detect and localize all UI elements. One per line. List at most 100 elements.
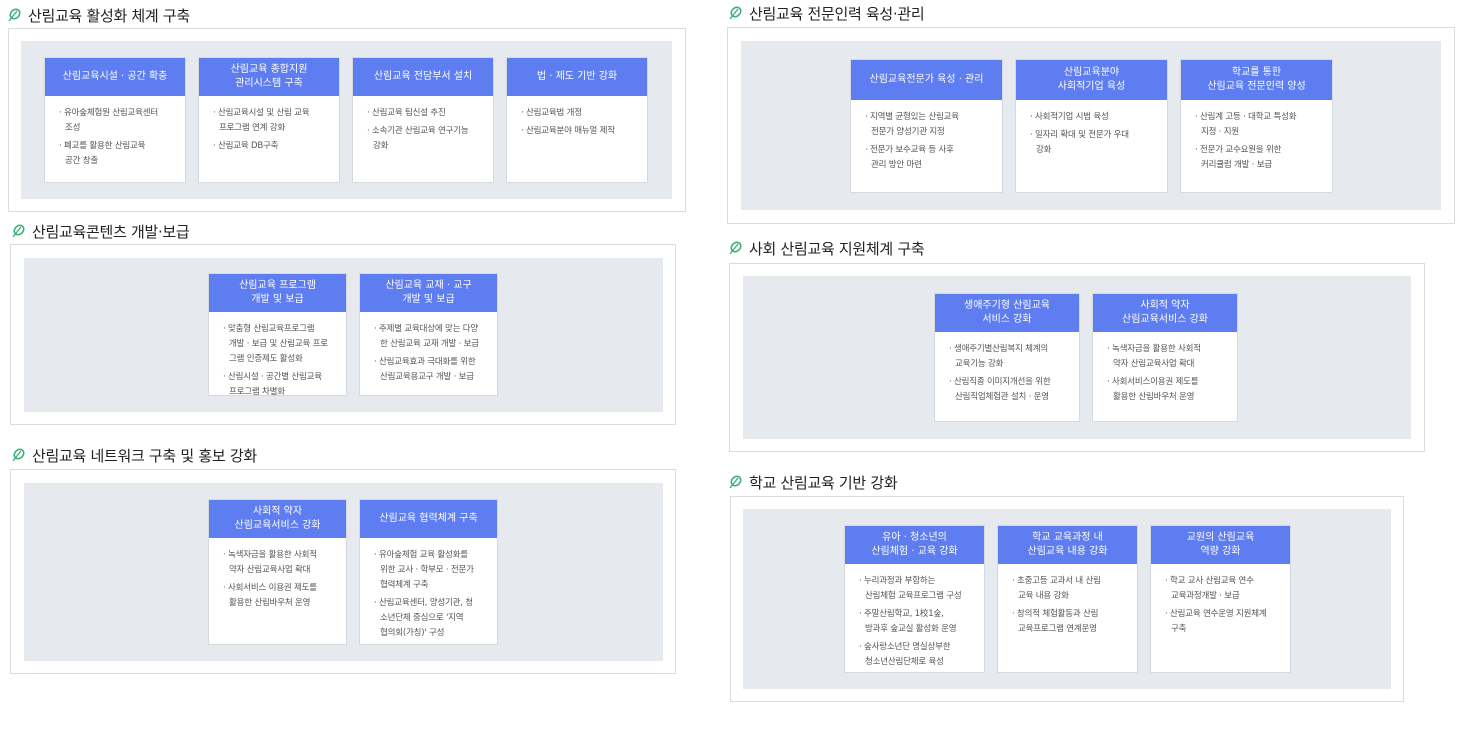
card-title-line: 산림교육 내용 강화 — [1027, 546, 1108, 557]
card-bullet-line: 산림체험 교육프로그램 구성 — [865, 591, 962, 601]
card-body: · 산림교육시설 및 산림 교육프로그램 연계 강화 · 산림교육 DB구축 — [199, 96, 339, 163]
card-title-line: 개발 및 보급 — [251, 294, 304, 305]
card-title-line: 산림체험 · 교육 강화 — [871, 546, 958, 557]
card-title-line: 산림교육 종합지원 — [230, 64, 308, 75]
card-bullet-line: · 사회서비스 이용권 제도를 — [223, 583, 317, 593]
card-title-line: 학교를 통한 — [1231, 67, 1282, 78]
card-bullet-line: 지정 · 지원 — [1201, 127, 1239, 137]
card-bullet-line: · 주말산림학교, 1校1숲, — [859, 609, 944, 619]
card-bullet: · 누리과정과 부합하는산림체험 교육프로그램 구성 — [859, 574, 974, 604]
card-bullet-line: 약자 산림교육사업 확대 — [1113, 359, 1195, 369]
card-body: · 유아숲체험원 산림교육센터 조성 · 폐교를 활용한 산림교육 공간 창출 — [45, 96, 185, 178]
section-title-text: 산림교육콘텐츠 개발·보급 — [32, 222, 190, 241]
card-bullet-line: 활용한 산림바우처 운영 — [229, 598, 311, 608]
card-bullet: · 지역별 균형있는 산림교육 전문가 양성기관 지정 — [865, 110, 992, 140]
card-bullet: · 산림교육법 개정 — [521, 106, 637, 121]
card-bullet-line: · 산림직종 이미지개선을 위한 — [949, 377, 1051, 387]
card-bullet: · 유아숲체험원 산림교육센터 조성 — [59, 106, 175, 136]
section-title: 산림교육 네트워크 구축 및 홍보 강화 — [10, 443, 257, 467]
card-bullet-line: 청소년산림단체로 육성 — [865, 657, 944, 667]
section-title: 산림교육 활성화 체계 구축 — [6, 3, 190, 27]
card-bullet-line: · 맞춤형 산림교육프로그램 — [223, 324, 315, 334]
card-bullet: · 산림교육 DB구축 — [213, 139, 329, 154]
card-bullet-line: · 생애주기별산림복지 체계의 — [949, 344, 1048, 354]
section-title-text: 학교 산림교육 기반 강화 — [749, 473, 898, 492]
card-bullet: · 산림직종 이미지개선을 위한 산림직업체험관 설치 · 운영 — [949, 375, 1069, 405]
card-bullet-line: · 누리과정과 부합하는 — [859, 576, 936, 586]
card-bullet-line: 공간 창출 — [65, 156, 98, 166]
card-bullet-line: 교육프로그램 연계운영 — [1018, 624, 1097, 634]
card-title-line: 법 · 제도 기반 강화 — [536, 71, 618, 82]
strategy-card: 산림교육분야 사회적기업 육성 · 사회적기업 시범 육성 · 일자리 확대 및 전문… — [1015, 59, 1168, 193]
card-bullet-line: · 전문가 보수교육 등 사후 — [865, 145, 954, 155]
card-bullet-line: · 소속기관 산림교육 연구기능 — [367, 126, 469, 136]
leaf-icon — [6, 7, 22, 23]
card-body: · 지역별 균형있는 산림교육 전문가 양성기관 지정 · 전문가 보수교육 등 사… — [851, 100, 1002, 182]
card-title-line: 개발 및 보급 — [402, 294, 455, 305]
card-title: 산림교육전문가 육성 · 관리 — [851, 60, 1002, 100]
card-title: 산림교육분야 사회적기업 육성 — [1016, 60, 1167, 100]
section-title-text: 산림교육 네트워크 구축 및 홍보 강화 — [32, 446, 257, 465]
card-bullet-line: 강화 — [1036, 145, 1052, 155]
card-bullet: · 유아숲체험 교육 활성화를 위한 교사 · 학부모 · 전문가 협력체계 구축 — [374, 548, 487, 593]
card-bullet-line: 조성 — [65, 123, 81, 133]
card-bullet: · 소속기관 산림교육 연구기능 강화 — [367, 124, 483, 154]
leaf-icon — [727, 240, 743, 256]
card-bullet-line: 한 산림교육 교재 개발 · 보급 — [380, 339, 479, 349]
card-bullet-line: 교육기능 강화 — [955, 359, 1004, 369]
card-title-line: 생애주기형 산림교육 — [964, 300, 1050, 311]
card-bullet: · 주말산림학교, 1校1숲, 방과후 숲교실 활성화 운영 — [859, 607, 974, 637]
card-bullet-line: 교육 내용 강화 — [1018, 591, 1069, 601]
strategy-card: 사회적 약자 산림교육서비스 강화 · 녹색자금을 활용한 사회적 약자 산림교육사업… — [208, 499, 347, 645]
card-bullet-line: · 산림교육시설 및 산림 교육 — [213, 108, 310, 118]
card-body: · 사회적기업 시범 육성 · 일자리 확대 및 전문가 우대 강화 — [1016, 100, 1167, 167]
card-title: 법 · 제도 기반 강화 — [507, 58, 647, 96]
card-body: · 산림교육 팀신설 추진 · 소속기관 산림교육 연구기능 강화 — [353, 96, 493, 163]
card-bullet-line: · 숲사랑소년단 명실상부한 — [859, 642, 951, 652]
card-body: · 녹색자금을 활용한 사회적 약자 산림교육사업 확대 · 사회서비스이용권 제도… — [1093, 332, 1237, 414]
card-bullet: · 산림교육시설 및 산림 교육프로그램 연계 강화 — [213, 106, 329, 136]
card-bullet-line: · 주제별 교육대상에 맞는 다양 — [374, 324, 478, 334]
card-bullet-line: 약자 산림교육사업 확대 — [229, 565, 311, 575]
card-bullet: · 폐교를 활용한 산림교육 공간 창출 — [59, 139, 175, 169]
card-bullet-line: 활용한 산림바우처 운영 — [1113, 392, 1195, 402]
card-body: · 녹색자금을 활용한 사회적 약자 산림교육사업 확대 · 사회서비스 이용권 제… — [209, 538, 346, 620]
section-title-text: 산림교육 활성화 체계 구축 — [28, 6, 190, 25]
card-bullet: · 녹색자금을 활용한 사회적약자 산림교육사업 확대 — [1107, 342, 1227, 372]
strategy-card: 산림교육 종합지원 관리시스템 구축 · 산림교육시설 및 산림 교육 프로그램 연계… — [198, 57, 340, 183]
card-bullet: · 사회서비스이용권 제도를 활용한 산림바우처 운영 — [1107, 375, 1227, 405]
strategy-card: 산림교육 프로그램 개발 및 보급 · 맞춤형 산림교육프로그램 개발 · 보급 및 … — [208, 273, 347, 397]
card-title: 산림교육 전담부서 설치 — [353, 58, 493, 96]
card-title: 산림교육 협력체계 구축 — [360, 500, 497, 538]
card-body: · 생애주기별산림복지 체계의교육기능 강화 · 산림직종 이미지개선을 위한 산림… — [935, 332, 1079, 414]
card-bullet-line: 관리 방안 마련 — [871, 160, 922, 170]
card-bullet: · 전문가 교수요원을 위한 커리큘럼 개발 · 보급 — [1195, 143, 1322, 173]
card-bullet-line: 프로그램 연계 강화 — [219, 123, 285, 133]
section-title: 학교 산림교육 기반 강화 — [727, 470, 898, 494]
card-bullet-line: · 산림교육센터, 양성기관, 청 — [374, 598, 473, 608]
card-bullet: · 일자리 확대 및 전문가 우대 강화 — [1030, 128, 1157, 158]
leaf-icon — [10, 223, 26, 239]
card-bullet-line: · 산림계 고등 · 대학교 특성화 — [1195, 112, 1297, 122]
card-bullet-line: · 산림교육분야 매뉴얼 제작 — [521, 126, 615, 136]
card-bullet: · 산림교육 팀신설 추진 — [367, 106, 483, 121]
card-body: · 누리과정과 부합하는 산림체험 교육프로그램 구성 · 주말산림학교, 1校1숲… — [845, 564, 984, 679]
leaf-icon — [10, 447, 26, 463]
card-bullet-line: · 산림교육법 개정 — [521, 108, 582, 118]
card-title: 학교 교육과정 내 산림교육 내용 강화 — [998, 526, 1137, 564]
card-bullet: · 녹색자금을 활용한 사회적 약자 산림교육사업 확대 — [223, 548, 336, 578]
card-body: · 주제별 교육대상에 맞는 다양한 산림교육 교재 개발 · 보급 · 산림교육… — [360, 312, 497, 394]
strategy-card: 산림교육시설 · 공간 확충 · 유아숲체험원 산림교육센터 조성 · 폐교를 활용한… — [44, 57, 186, 183]
card-bullet: · 맞춤형 산림교육프로그램 개발 · 보급 및 산림교육 프로 그램 인증제도 활… — [223, 322, 336, 367]
card-title-line: 산림교육서비스 강화 — [1122, 314, 1208, 325]
strategy-card: 생애주기형 산림교육 서비스 강화 · 생애주기별산림복지 체계의 교육기능 강화 · … — [934, 293, 1080, 422]
card-body: · 맞춤형 산림교육프로그램 개발 · 보급 및 산림교육 프로 그램 인증제도 활… — [209, 312, 346, 409]
card-bullet: · 산림교육효과 극대화를 위한 산림교육용교구 개발 · 보급 — [374, 355, 487, 385]
card-bullet: · 숲사랑소년단 명실상부한청소년산림단체로 육성 — [859, 640, 974, 670]
section-title-text: 사회 산림교육 지원체계 구축 — [749, 239, 925, 258]
card-bullet-line: · 전문가 교수요원을 위한 — [1195, 145, 1282, 155]
leaf-icon — [727, 5, 743, 21]
card-bullet-line: · 녹색자금을 활용한 사회적 — [1107, 344, 1201, 354]
card-bullet: · 초중고등 교과서 내 산림 교육 내용 강화 — [1012, 574, 1127, 604]
card-bullet-line: · 산림시설 · 공간별 산림교육 — [223, 372, 322, 382]
